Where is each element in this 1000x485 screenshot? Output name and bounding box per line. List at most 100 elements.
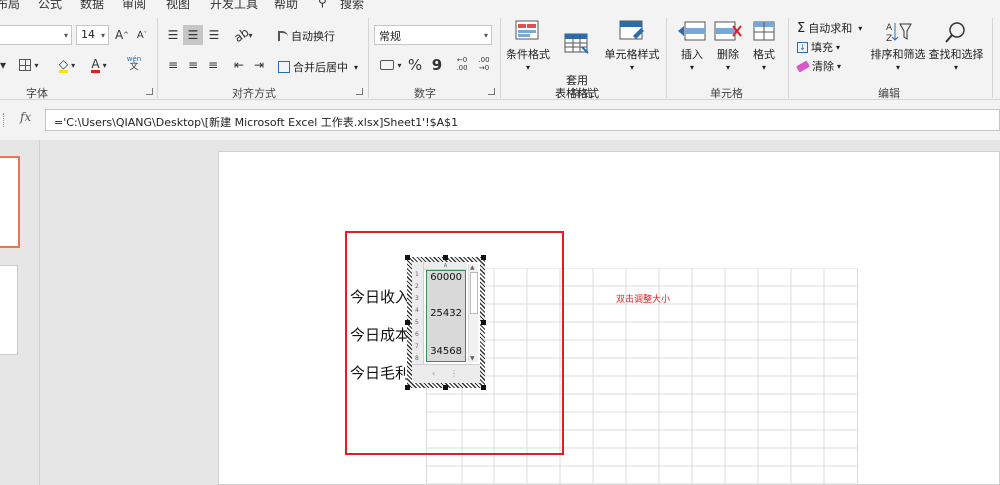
menu-tab-formulas[interactable]: 公式 (38, 0, 62, 12)
slide-thumbnail[interactable] (0, 265, 18, 355)
resize-handle[interactable] (405, 320, 410, 325)
insert-function-button[interactable]: fx (0, 110, 40, 130)
magnifier-icon (945, 22, 965, 43)
border-icon (19, 59, 32, 71)
resize-handle[interactable] (481, 320, 486, 325)
scroll-down-icon[interactable]: ▼ (470, 355, 475, 362)
scroll-up-icon[interactable]: ▲ (470, 264, 475, 271)
cell-cost-value[interactable]: 25432 (430, 308, 462, 319)
resize-handle[interactable] (481, 255, 486, 260)
fill-button[interactable]: ↓ 填充 ▾ (797, 37, 840, 57)
slide-thumbnail-selected[interactable] (0, 156, 20, 248)
font-dropdown-icon[interactable]: ▾ (0, 55, 8, 75)
menu-tab-view[interactable]: 视图 (166, 0, 190, 12)
menu-tab-review[interactable]: 审阅 (122, 0, 146, 12)
align-bottom-button[interactable]: ☰ (205, 25, 223, 45)
font-dialog-launcher[interactable] (146, 88, 153, 95)
menu-tab-data[interactable]: 数据 (80, 0, 104, 12)
find-select-button[interactable]: 查找和选择 ▾ (926, 20, 986, 74)
delete-cells-icon (714, 21, 742, 41)
horizontal-scrollbar[interactable]: ‹ ⋮ (412, 364, 480, 383)
cells-group-label: 单元格 (710, 87, 743, 100)
formula-input[interactable]: ='C:\Users\QIANG\Desktop\[新建 Microsoft E… (45, 109, 1000, 131)
svg-text:Z: Z (886, 34, 892, 44)
svg-text:A: A (886, 23, 893, 33)
cell-income-value[interactable]: 60000 (430, 272, 462, 283)
align-top-button[interactable]: ☰ (164, 25, 182, 45)
shrink-font-button[interactable]: Aˇ (134, 25, 150, 45)
align-right-icon: ≡ (207, 58, 219, 72)
decrease-indent-button[interactable]: ⇤ (230, 55, 248, 75)
group-separator (788, 18, 789, 98)
resize-handle[interactable] (405, 385, 410, 390)
format-cells-button[interactable]: 格式 ▾ (746, 20, 782, 74)
menu-tab-help[interactable]: 帮助 (274, 0, 298, 12)
percent-button[interactable]: % (406, 55, 424, 75)
more-dots-icon[interactable]: ⋮ (450, 369, 458, 378)
menu-search[interactable]: 搜索 (340, 0, 364, 12)
alignment-dialog-launcher[interactable] (356, 88, 363, 95)
currency-button[interactable]: ▾ (376, 55, 406, 75)
wrap-text-button[interactable]: 自动换行 (278, 26, 335, 46)
cell-profit-value[interactable]: 34568 (430, 346, 462, 357)
grow-font-button[interactable]: A ^ (114, 25, 130, 45)
fill-color-button[interactable]: ◇ ▾ (52, 55, 82, 75)
styles-group-label: 样式 (571, 87, 593, 100)
ribbon: ▾ 14 ▾ A ^ Aˇ ▾ ▾ ◇ ▾ A ▾ wén 文 字体 ☰ ☰ ☰ a… (0, 14, 1000, 100)
editing-group-label: 编辑 (878, 87, 900, 100)
clear-button[interactable]: 清除 ▾ (796, 56, 841, 76)
row-header: 1 2 3 4 5 6 7 8 (412, 262, 424, 364)
align-middle-button[interactable]: ☰ (183, 25, 203, 45)
align-bottom-icon: ☰ (208, 28, 220, 42)
align-center-icon: ≡ (187, 58, 199, 72)
resize-handle[interactable] (443, 255, 448, 260)
label-income: 今日收入 (350, 288, 411, 306)
selected-cells[interactable]: 60000 25432 34568 (426, 270, 466, 362)
decrease-decimal-button[interactable]: .00 →0 (474, 54, 494, 74)
search-icon[interactable]: ⚲ (318, 0, 327, 9)
embedded-sheet[interactable]: 1 2 3 4 5 6 7 8 A 60000 25432 34568 ▲ ▼ … (412, 262, 480, 383)
column-header: A (424, 262, 467, 270)
orientation-button[interactable]: ab ▾ (230, 25, 256, 45)
font-size-combo[interactable]: 14 ▾ (76, 25, 109, 45)
vertical-scrollbar[interactable]: ▲ ▼ (468, 264, 478, 362)
font-name-combo[interactable]: ▾ (0, 25, 72, 45)
phonetic-button[interactable]: wén 文 (118, 53, 150, 73)
slide-thumbnail-panel (0, 140, 40, 485)
scroll-thumb[interactable] (470, 272, 478, 314)
delete-cells-button[interactable]: 删除 ▾ (710, 20, 746, 74)
comma-button[interactable]: 9 (428, 55, 446, 75)
number-format-combo[interactable]: 常规 ▾ (374, 25, 492, 45)
resize-handle[interactable] (443, 385, 448, 390)
autosum-button[interactable]: Σ 自动求和 ▾ (797, 18, 862, 38)
resize-handle[interactable] (481, 385, 486, 390)
merge-cells-icon (278, 61, 290, 73)
align-right-button[interactable]: ≡ (204, 55, 222, 75)
font-color-button[interactable]: A ▾ (86, 55, 112, 75)
align-left-button[interactable]: ≡ (164, 55, 182, 75)
label-cost: 今日成本 (350, 326, 411, 344)
menu-tab-layout[interactable]: 布局 (0, 0, 20, 12)
group-separator (368, 18, 369, 98)
embedded-excel-object[interactable]: 1 2 3 4 5 6 7 8 A 60000 25432 34568 ▲ ▼ … (407, 257, 485, 388)
cell-styles-button[interactable]: 单元格样式 ▾ (604, 20, 660, 74)
group-separator (157, 18, 158, 98)
align-center-button[interactable]: ≡ (184, 55, 202, 75)
table-format-icon (564, 33, 589, 54)
decrease-indent-icon: ⇤ (233, 58, 245, 72)
increase-indent-button[interactable]: ⇥ (250, 55, 268, 75)
sort-filter-button[interactable]: A Z 排序和筛选 ▾ (870, 20, 926, 74)
number-group-label: 数字 (414, 87, 436, 100)
merge-center-button[interactable]: 合并后居中 ▾ (278, 57, 358, 77)
font-group-label: 字体 (26, 87, 48, 100)
border-button[interactable]: ▾ (14, 55, 44, 75)
increase-decimal-button[interactable]: ←0 .00 (452, 54, 472, 74)
menu-bar: 布局 公式 数据 审阅 视图 开发工具 帮助 ⚲ 搜索 (0, 0, 1000, 14)
scroll-left-icon[interactable]: ‹ (432, 369, 435, 378)
number-dialog-launcher[interactable] (488, 88, 495, 95)
insert-cells-icon (678, 21, 706, 41)
insert-cells-button[interactable]: 插入 ▾ (674, 20, 710, 74)
conditional-format-button[interactable]: 条件格式 ▾ (504, 20, 552, 74)
menu-tab-developer[interactable]: 开发工具 (210, 0, 258, 12)
resize-handle[interactable] (405, 255, 410, 260)
